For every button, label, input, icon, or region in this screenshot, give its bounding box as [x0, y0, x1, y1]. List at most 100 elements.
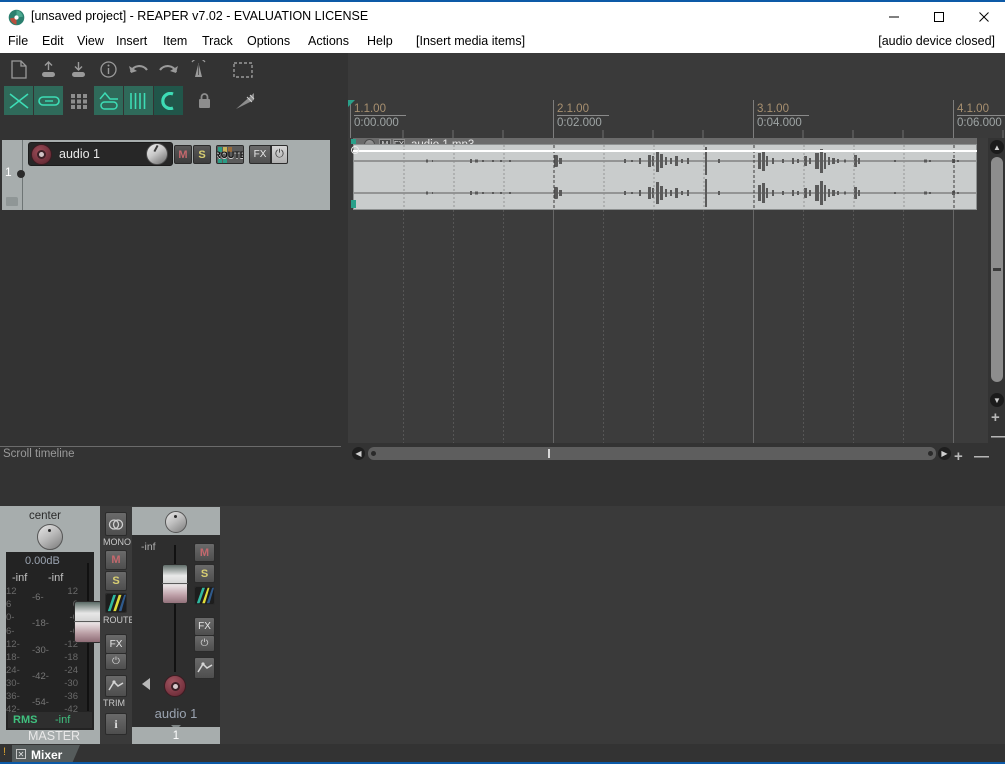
audio-device-status: [audio device closed]: [878, 34, 995, 48]
master-volume-value[interactable]: 0.00dB: [25, 555, 60, 567]
folder-icon[interactable]: [6, 197, 18, 206]
mixer-track-fader-handle[interactable]: [162, 564, 188, 604]
grid-lines-icon[interactable]: [124, 86, 153, 115]
menu-file[interactable]: File: [5, 34, 31, 51]
transport-bar: 1.1.00 / 0:00.000 [Stopped] 4/4 BPM 120 …: [0, 464, 1005, 506]
ruler-bars-1: 1.1.00: [354, 103, 406, 116]
master-mono-label: MONO: [103, 537, 131, 547]
vertical-zoom-out-button[interactable]: —: [991, 428, 1005, 445]
master-scale-l-8: 36-: [6, 691, 20, 702]
hscroll-right-arrow-icon[interactable]: ▶: [938, 447, 951, 460]
track-fx-power-button[interactable]: ⏻: [271, 145, 288, 164]
master-fx-button[interactable]: FX: [105, 634, 127, 654]
item-group-icon[interactable]: [34, 86, 63, 115]
insert-media-items-hint: [Insert media items]: [416, 34, 526, 48]
item-top-highlight: [353, 150, 977, 152]
track-fx-button[interactable]: FX: [249, 145, 271, 164]
grid-matrix-icon[interactable]: [64, 86, 93, 115]
trim-envelope-icon: [196, 662, 212, 673]
speaker-icon[interactable]: [142, 678, 150, 690]
master-trim-button[interactable]: [105, 675, 127, 697]
master-info-button[interactable]: i: [105, 713, 127, 735]
window-maximize-button[interactable]: [916, 2, 961, 32]
menu-track[interactable]: Track: [199, 34, 236, 51]
track-route-button[interactable]: ROUTE: [216, 145, 244, 164]
mixer-track-route-button[interactable]: [194, 586, 215, 605]
mixer-track-fx-button[interactable]: FX: [194, 617, 215, 636]
horizontal-scrollbar[interactable]: [368, 447, 936, 460]
menu-actions[interactable]: Actions: [305, 34, 352, 51]
vertical-zoom-in-button[interactable]: +: [991, 409, 1000, 426]
master-route-button[interactable]: [105, 593, 127, 613]
media-item-audio-1[interactable]: [353, 144, 977, 210]
undo-icon[interactable]: [124, 55, 153, 84]
window-minimize-button[interactable]: [871, 2, 916, 32]
menu-edit[interactable]: Edit: [39, 34, 67, 51]
info-icon[interactable]: [94, 55, 123, 84]
close-icon[interactable]: ✕: [16, 749, 26, 759]
vscroll-down-arrow-icon[interactable]: ▼: [990, 393, 1004, 407]
main-toolbar: [0, 53, 348, 128]
master-scale-l-3: 6-: [6, 626, 15, 637]
master-fx-power-button[interactable]: ⏻: [105, 653, 127, 670]
ruler-bars-3: 3.1.00: [757, 103, 809, 116]
track-name-label: audio 1: [59, 147, 101, 161]
horizontal-zoom-out-button[interactable]: —: [974, 448, 989, 465]
master-scale-l-0: 12: [6, 586, 17, 597]
mixer-track-fx-power-button[interactable]: ⏻: [194, 635, 215, 652]
ruler-bars-2: 2.1.00: [557, 103, 609, 116]
mixer-track-record-arm-icon[interactable]: [164, 675, 186, 697]
master-scale-l-1: 6: [6, 599, 12, 610]
track-solo-button[interactable]: S: [193, 145, 211, 164]
master-solo-button[interactable]: S: [105, 571, 127, 591]
play-cursor-marker-icon: [348, 100, 355, 107]
redo-icon[interactable]: [154, 55, 183, 84]
save-project-icon[interactable]: [64, 55, 93, 84]
fade-handle-icon[interactable]: [351, 146, 359, 154]
ripple-edit-icon[interactable]: [230, 86, 259, 115]
menu-insert[interactable]: Insert: [113, 34, 150, 51]
master-pan-knob-pointer-icon: [48, 529, 51, 532]
menu-view[interactable]: View: [74, 34, 107, 51]
track-recarm-dot-icon[interactable]: [17, 170, 25, 178]
master-scale-r-6: -24: [64, 665, 78, 676]
master-peak-right: -inf: [48, 572, 64, 584]
track-route-label: ROUTE: [217, 149, 244, 160]
master-mono-button[interactable]: [105, 512, 127, 536]
mixer-track-name-label[interactable]: audio 1: [132, 706, 220, 721]
master-fader-center-line: [74, 621, 102, 622]
menu-help[interactable]: Help: [364, 34, 396, 51]
record-arm-icon[interactable]: [31, 144, 52, 165]
master-scale-c-1: -18-: [32, 618, 49, 629]
hscroll-left-arrow-icon[interactable]: ◀: [352, 447, 365, 460]
snap-magnet-icon[interactable]: [154, 86, 183, 115]
window-close-button[interactable]: [961, 2, 1005, 32]
metronome-icon[interactable]: [184, 55, 213, 84]
mixer-track-solo-button[interactable]: S: [194, 564, 215, 583]
envelope-link-icon[interactable]: [94, 86, 123, 115]
master-scale-c-2: -30-: [32, 645, 49, 656]
mixer-track-mute-button[interactable]: M: [194, 543, 215, 562]
master-mute-button[interactable]: M: [105, 550, 127, 570]
timeline-ruler[interactable]: 1.1.00 0:00.000 2.1.00 0:02.000 3.1.00 0…: [348, 100, 1005, 138]
waveform-display: [354, 145, 976, 209]
master-scale-l-2: 0-: [6, 612, 15, 623]
new-project-icon[interactable]: [4, 55, 33, 84]
master-fader-handle[interactable]: [74, 601, 102, 643]
master-scale-c-4: -54-: [32, 697, 49, 708]
lock-icon[interactable]: [190, 86, 219, 115]
trim-envelope-icon: [108, 680, 124, 691]
window-titlebar: [unsaved project] - REAPER v7.02 - EVALU…: [0, 0, 1005, 31]
master-pan-knob[interactable]: [37, 524, 63, 550]
master-rms-label: RMS: [13, 714, 38, 726]
vscroll-up-arrow-icon[interactable]: ▲: [990, 140, 1004, 154]
mixer-track-trim-button[interactable]: [194, 657, 215, 679]
open-project-icon[interactable]: [34, 55, 63, 84]
menu-options[interactable]: Options: [244, 34, 293, 51]
master-scale-l-7: 30-: [6, 678, 20, 689]
crossfade-icon[interactable]: [4, 86, 33, 115]
time-selection-icon[interactable]: [228, 55, 257, 84]
track-mute-button[interactable]: M: [174, 145, 192, 164]
menu-item[interactable]: Item: [160, 34, 190, 51]
horizontal-zoom-in-button[interactable]: +: [954, 448, 963, 465]
